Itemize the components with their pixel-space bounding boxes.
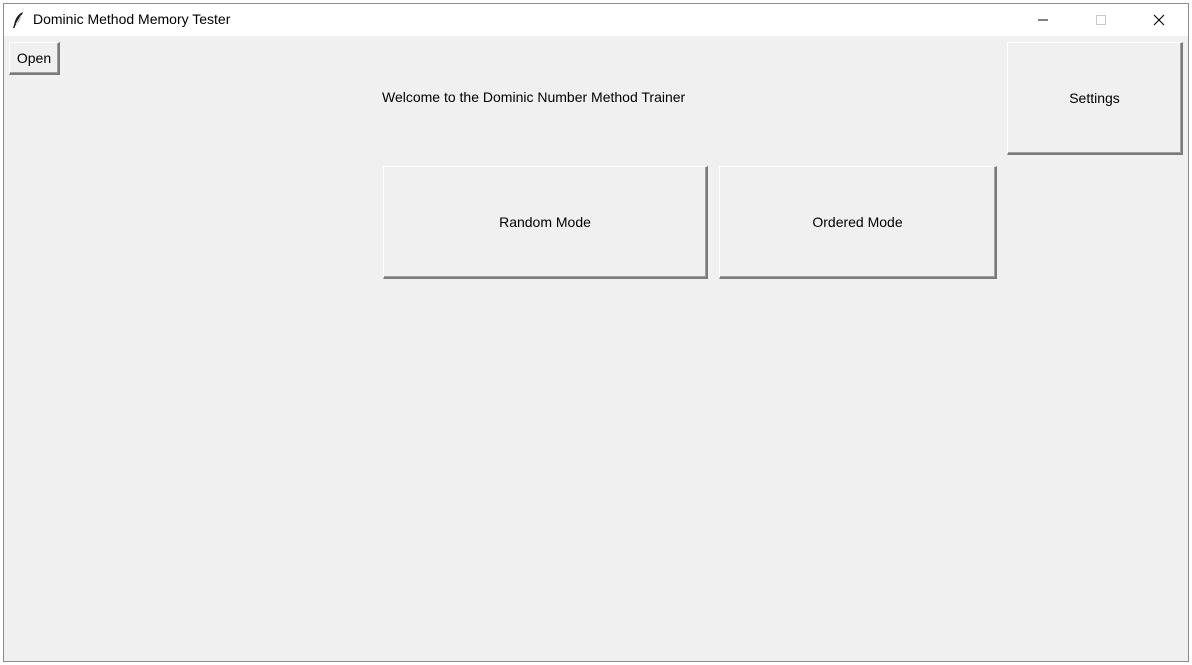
feather-icon <box>11 11 25 29</box>
close-icon <box>1153 11 1165 30</box>
ordered-mode-button[interactable]: Ordered Mode <box>719 166 997 279</box>
window-title: Dominic Method Memory Tester <box>33 11 231 27</box>
title-bar[interactable]: Dominic Method Memory Tester <box>4 4 1188 36</box>
settings-button[interactable]: Settings <box>1007 42 1183 155</box>
minimize-icon <box>1037 11 1049 30</box>
app-window: Dominic Method Memory Tester Open Welcom… <box>3 3 1189 662</box>
maximize-button[interactable] <box>1072 4 1130 36</box>
random-mode-button[interactable]: Random Mode <box>383 166 708 279</box>
maximize-icon <box>1095 11 1107 30</box>
close-button[interactable] <box>1130 4 1188 36</box>
minimize-button[interactable] <box>1014 4 1072 36</box>
welcome-label: Welcome to the Dominic Number Method Tra… <box>382 89 686 105</box>
open-button[interactable]: Open <box>9 42 60 75</box>
